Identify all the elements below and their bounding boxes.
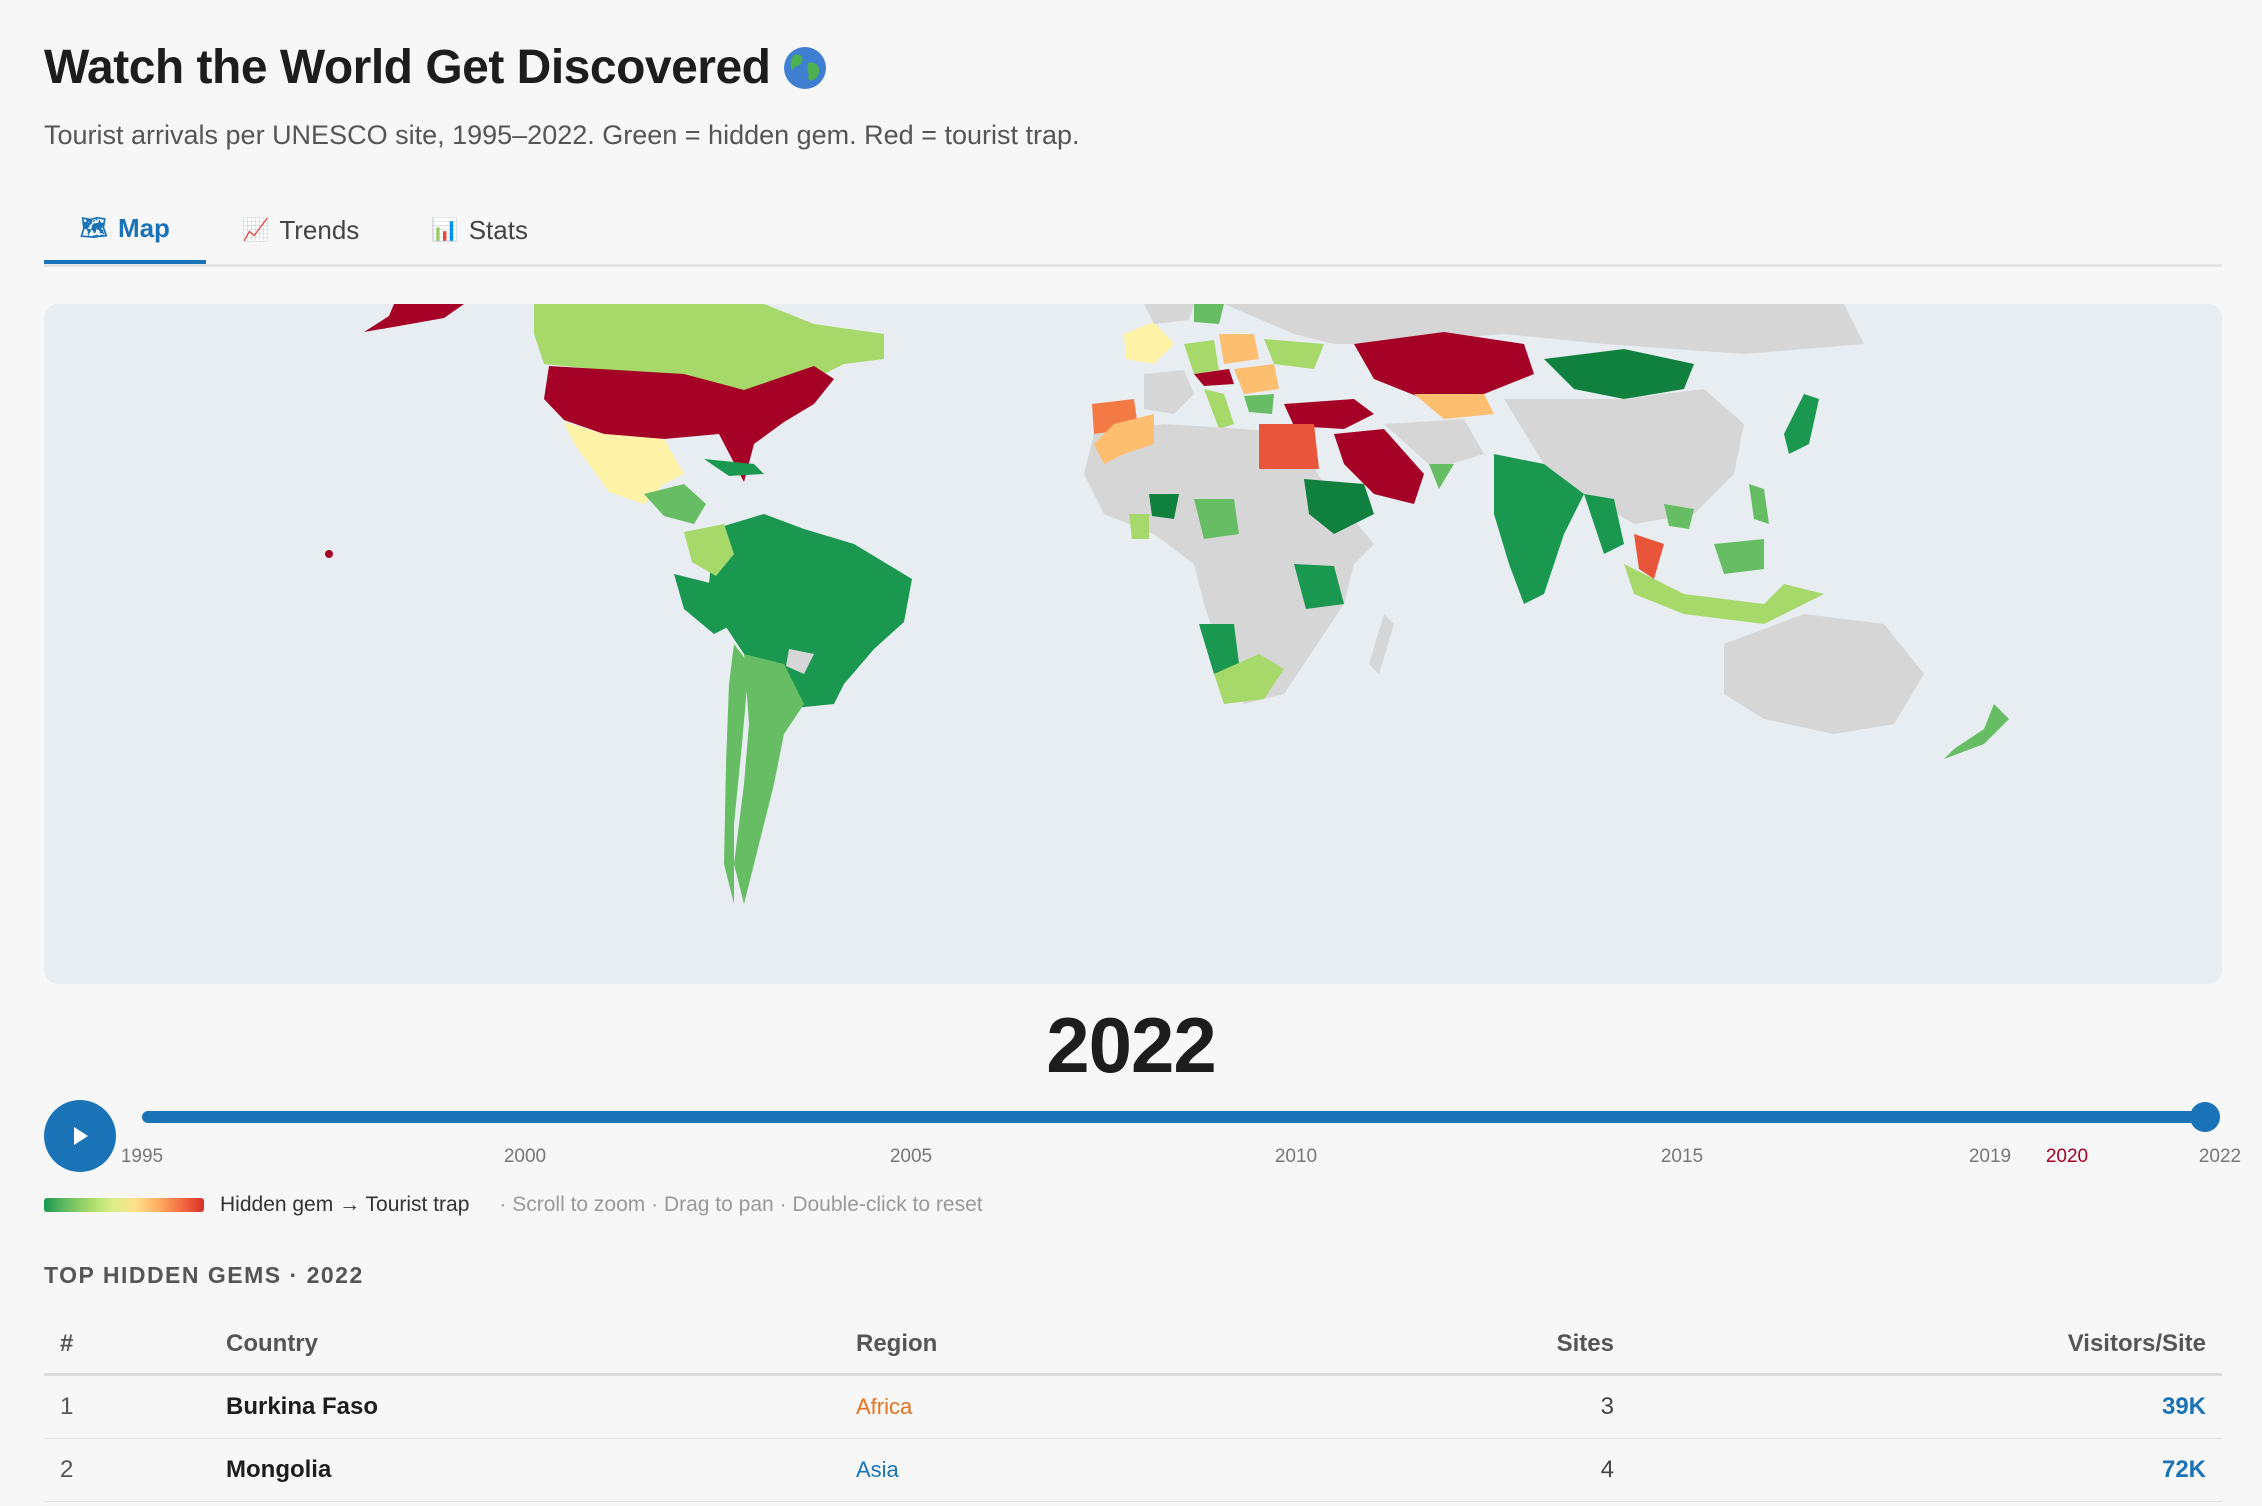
row-region-cell: Asia [840,1438,1400,1502]
row-rank: 1 [44,1374,210,1439]
trend-chart-icon: 📈 [241,217,270,242]
year-slider-thumb[interactable] [2190,1102,2220,1132]
world-map[interactable] [44,304,2222,984]
world-map-svg[interactable] [44,304,2222,984]
column-header-sites[interactable]: Sites [1400,1315,1630,1376]
year-slider-track[interactable] [142,1111,2204,1123]
table-row[interactable]: 2 Mongolia Asia 4 72K [44,1438,2222,1502]
row-country: Burkina Faso [210,1374,840,1439]
section-heading: TOP HIDDEN GEMS · 2022 [44,1262,364,1288]
page-title: Watch the World Get Discovered [44,40,828,95]
row-region: Africa [856,1394,913,1419]
country-poland[interactable] [1219,334,1259,364]
legend-label: Hidden gem → Tourist trap [220,1193,470,1216]
tab-trends[interactable]: 📈 Trends [206,196,395,264]
row-visitors: 72K [1630,1438,2222,1502]
tab-stats[interactable]: 📊 Stats [395,196,564,264]
current-year: 2022 [1046,1001,1217,1089]
bar-chart-icon: 📊 [431,217,459,242]
legend-hint: · Scroll to zoom · Drag to pan · Double-… [499,1193,983,1216]
year-tick: 2000 [503,1146,547,1167]
year-tick: 2005 [889,1146,933,1167]
column-header-country[interactable]: Country [210,1315,840,1376]
row-region: Asia [856,1457,899,1482]
country-hawaii[interactable] [325,550,333,558]
play-button[interactable] [44,1100,116,1172]
year-tick: 2022 [2198,1146,2242,1167]
tab-map-label: Map [117,212,170,243]
tab-trends-label: Trends [279,214,360,245]
column-header-region[interactable]: Region [840,1315,1400,1376]
play-icon [74,1127,88,1145]
year-tick: 2010 [1274,1146,1318,1167]
country-ghana[interactable] [1129,514,1149,539]
row-sites: 4 [1400,1438,1630,1502]
map-legend: Hidden gem → Tourist trap · Scroll to zo… [44,1190,983,1220]
legend-gradient [44,1198,204,1212]
hidden-gems-table: # Country Region Sites Visitors/Site 1 B… [44,1315,2222,1502]
row-visitors: 39K [1630,1374,2222,1439]
year-tick: 2019 [1968,1146,2012,1167]
row-sites: 3 [1400,1374,1630,1439]
year-tick: 2015 [1660,1146,1704,1167]
globe-icon [784,46,827,89]
table-header-row: # Country Region Sites Visitors/Site [44,1315,2222,1376]
page-title-text: Watch the World Get Discovered [44,41,771,94]
app-page: Watch the World Get Discovered Tourist a… [0,0,2262,1506]
year-tick-highlight: 2020 [2045,1146,2089,1167]
tab-stats-label: Stats [468,214,528,245]
column-header-visitors[interactable]: Visitors/Site [1630,1315,2222,1376]
table-row[interactable]: 1 Burkina Faso Africa 3 39K [44,1374,2222,1439]
page-subtitle: Tourist arrivals per UNESCO site, 1995–2… [44,120,1080,150]
row-region-cell: Africa [840,1374,1400,1439]
country-burkina-faso[interactable] [1149,494,1179,519]
year-tick: 1995 [120,1146,164,1167]
row-country: Mongolia [210,1438,840,1502]
country-egypt[interactable] [1259,424,1319,469]
row-rank: 2 [44,1438,210,1502]
view-tabs: 🗺 Map 📈 Trends 📊 Stats [44,196,2222,267]
map-icon: 🗺 [80,215,108,240]
tab-map[interactable]: 🗺 Map [44,196,206,264]
column-header-rank[interactable]: # [44,1315,210,1376]
country-scandinavia[interactable] [1194,304,1224,324]
